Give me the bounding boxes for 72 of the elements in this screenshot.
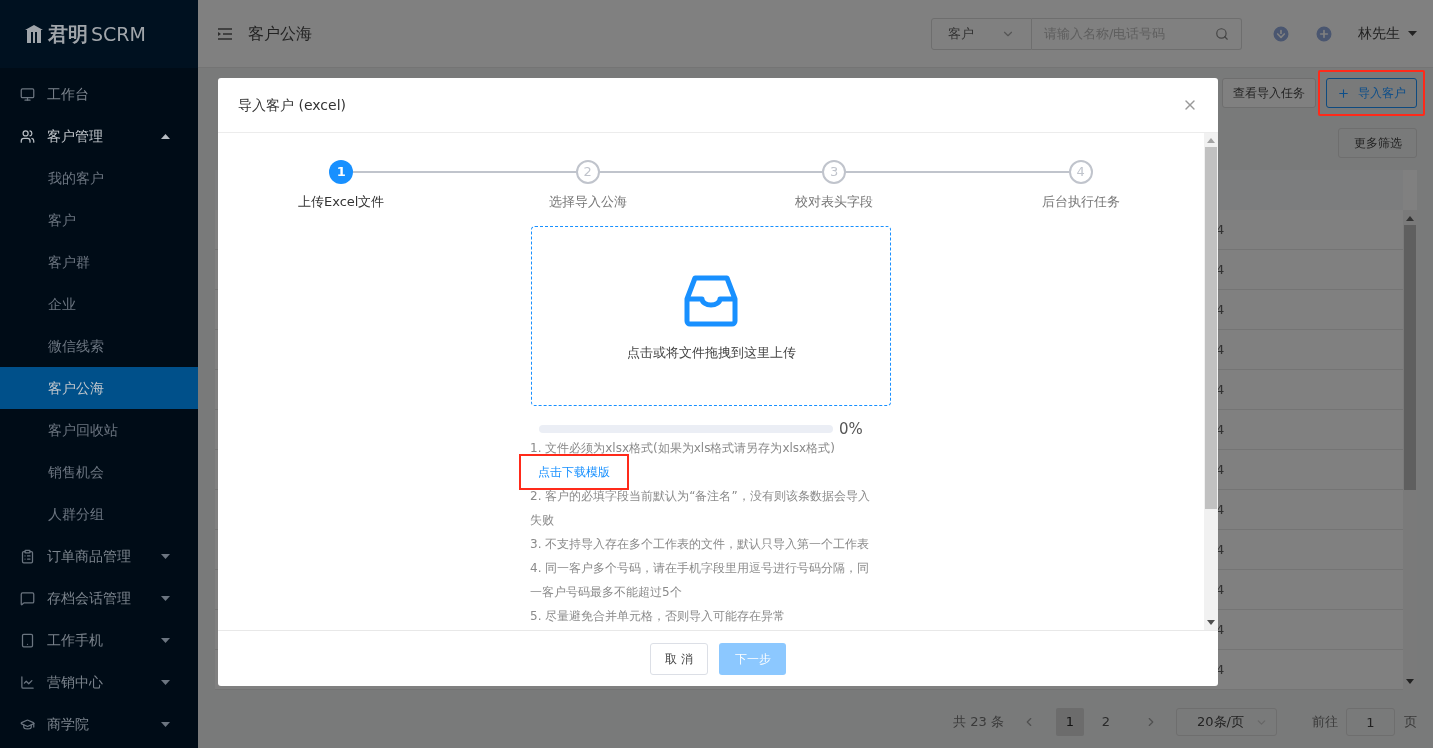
submenu-item[interactable]: 客户群 (0, 241, 198, 283)
scroll-down-icon[interactable] (1406, 679, 1414, 684)
instruction-text: 5. 尽量避免合并单元格，否则导入可能存在异常 (530, 608, 787, 625)
submenu-item[interactable]: 客户公海 (0, 367, 198, 409)
add-icon[interactable] (1314, 23, 1334, 44)
menu-label: 商学院 (47, 714, 90, 734)
caret-icon (161, 595, 170, 601)
progress-reading: 0% (839, 418, 863, 440)
menu-label: 工作手机 (47, 630, 104, 650)
user-menu[interactable]: 林先生 (1358, 23, 1417, 44)
tasks-button[interactable]: 查看导入任务 (1222, 78, 1316, 108)
upload-hint: 点击或将文件拖拽到这里上传 (626, 343, 796, 362)
menu-item[interactable]: 商学院 (0, 703, 198, 745)
menu-label: 工作台 (47, 84, 90, 104)
instruction-text: 3. 不支持导入存在多个工作表的文件，默认只导入第一个工作表 (530, 536, 871, 553)
menu-item[interactable]: 存档会话管理 (0, 577, 198, 619)
submenu-item[interactable]: 客户回收站 (0, 409, 198, 451)
scroll-up-icon[interactable] (1406, 216, 1414, 221)
menu-label: 客户管理 (47, 126, 104, 146)
logo-text: 君明 (48, 21, 87, 48)
filter-button[interactable]: 更多筛选 (1338, 128, 1417, 158)
search-icon (1215, 26, 1229, 41)
menu-label: 营销中心 (47, 672, 104, 692)
submenu-item[interactable]: 我的客户 (0, 157, 198, 199)
plus-icon (1337, 86, 1350, 100)
scope-select[interactable]: 客户 (931, 17, 1032, 50)
page-title: 客户公海 (248, 22, 312, 45)
menu-item[interactable]: 工作手机 (0, 619, 198, 661)
caret-icon (161, 679, 170, 685)
menu-label: 订单商品管理 (47, 546, 132, 566)
inbox-icon (683, 274, 739, 327)
dialog-title: 导入客户 (excel) (238, 95, 346, 115)
caret-icon (161, 721, 170, 727)
submenu-item[interactable]: 销售机会 (0, 451, 198, 493)
download-icon[interactable] (1271, 23, 1291, 44)
logo-icon (24, 24, 44, 44)
menu-label: 存档会话管理 (47, 588, 132, 608)
step-label: 后台执行任务 (1041, 193, 1120, 211)
submenu-item[interactable]: 企业 (0, 283, 198, 325)
caret-icon (161, 637, 170, 643)
instruction-text: 4. 同一客户多个号码，请在手机字段里用逗号进行号码分隔，同一客户号码最多不能超过5个 (530, 560, 871, 601)
scrollbar[interactable] (1204, 133, 1218, 630)
menu-item[interactable]: 营销中心 (0, 661, 198, 703)
upload-dropzone[interactable]: 点击或将文件拖拽到这里上传 (531, 225, 891, 406)
submenu-item[interactable]: 客户 (0, 199, 198, 241)
menu-fold-icon[interactable] (218, 27, 232, 40)
step-label: 上传Excel文件 (298, 193, 385, 211)
submenu-item[interactable]: 人群分组 (0, 493, 198, 535)
caret-icon (161, 133, 170, 139)
cancel-button[interactable]: 取 消 (650, 642, 708, 675)
total-count: 共 23 条 (953, 713, 1004, 732)
submenu-item[interactable]: 微信线索 (0, 325, 198, 367)
page-input[interactable]: 1 (1346, 708, 1395, 736)
scroll-up-icon[interactable] (1207, 138, 1215, 143)
caret-icon (161, 553, 170, 559)
caret-icon (1408, 31, 1417, 36)
step-label: 校对表头字段 (795, 193, 874, 211)
goto-label: 前往 (1312, 713, 1338, 732)
page-number[interactable]: 2 (1092, 708, 1120, 736)
menu-item[interactable]: 客户管理 (0, 115, 198, 157)
page-suffix: 页 (1404, 713, 1417, 732)
scroll-down-icon[interactable] (1207, 620, 1215, 625)
menu-item[interactable]: 工作台 (0, 73, 198, 115)
page-number[interactable]: 1 (1056, 708, 1084, 736)
menu-item[interactable]: 订单商品管理 (0, 535, 198, 577)
instruction-text: 2. 客户的必填字段当前默认为“备注名”，没有则该条数据会导入失败 (530, 488, 871, 529)
scrollbar[interactable] (1403, 210, 1417, 690)
download-template-link[interactable]: 点击下载模版 (538, 465, 610, 479)
instruction-text: 1. 文件必须为xlsx格式(如果为xls格式请另存为xlsx格式) (530, 440, 836, 457)
page-size-select[interactable]: 20条/页 (1176, 708, 1277, 736)
logo-suffix: SCRM (91, 21, 146, 47)
step-label: 选择导入公海 (548, 193, 627, 211)
